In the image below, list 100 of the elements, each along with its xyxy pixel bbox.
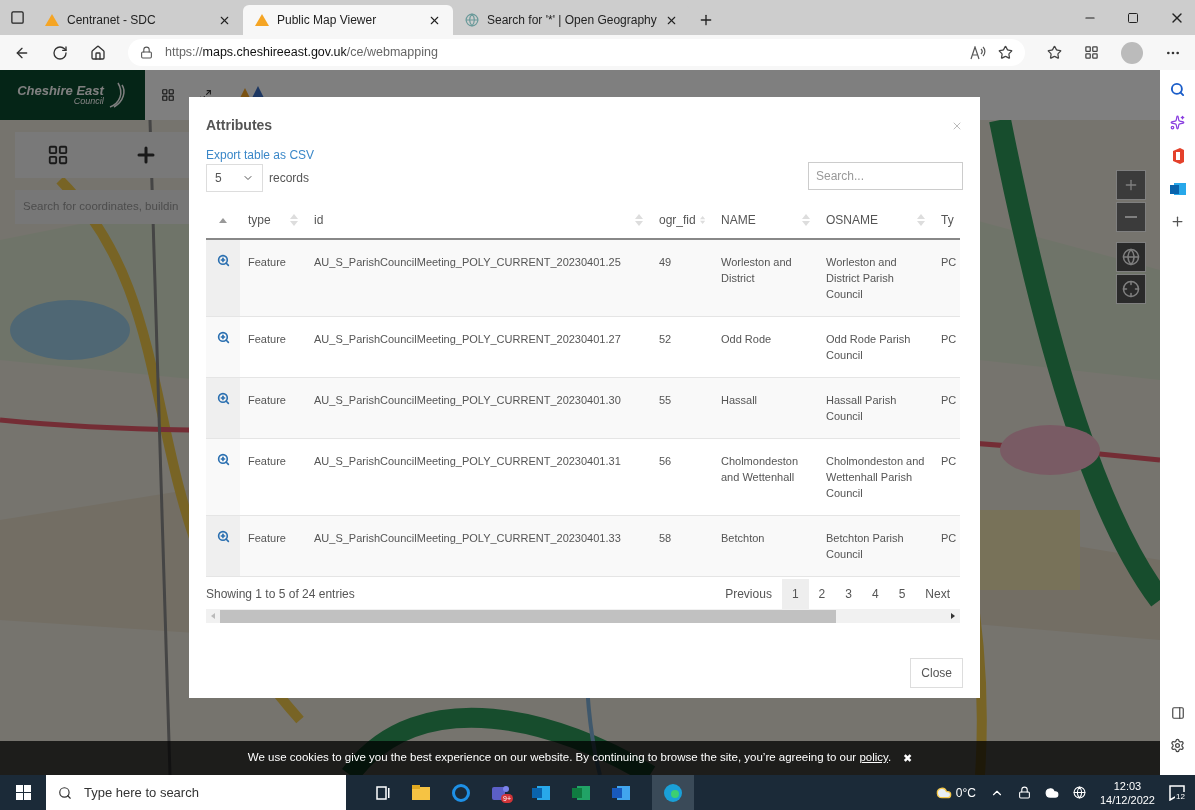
column-header[interactable]: Ty [933, 202, 960, 238]
table-cell-text: PC [940, 531, 958, 546]
search-icon[interactable] [1170, 82, 1185, 97]
home-icon[interactable] [90, 44, 106, 61]
zoom-to-icon[interactable] [216, 331, 230, 344]
table-cell-text: Worleston and District Parish Council [825, 255, 898, 302]
table-cell-text: 56 [658, 454, 673, 469]
table-cell-text: Worleston and District [720, 255, 793, 286]
triangle-icon [255, 14, 269, 26]
table-cell-text: 55 [658, 393, 673, 408]
column-header[interactable]: NAME [713, 202, 818, 238]
onedrive-icon[interactable] [1044, 785, 1059, 800]
zoom-to-icon[interactable] [216, 530, 230, 543]
entries-info: Showing 1 to 5 of 24 entries [206, 586, 355, 603]
column-header[interactable]: type [240, 202, 306, 238]
table-cell-text: PC [940, 332, 958, 347]
sparkle-icon[interactable] [1170, 115, 1185, 130]
zoom-to-icon[interactable] [216, 392, 230, 405]
column-header[interactable]: id [306, 202, 651, 238]
mail-icon[interactable] [1169, 182, 1186, 196]
apps-icon[interactable] [47, 144, 70, 166]
read-aloud-icon[interactable] [970, 45, 986, 60]
lock-icon [140, 46, 153, 59]
table-cell-text: AU_S_ParishCouncilMeeting_POLY_CURRENT_20230401.27 [313, 332, 622, 347]
zoom-to-icon[interactable] [216, 254, 230, 267]
table-cell-text: AU_S_ParishCouncilMeeting_POLY_CURRENT_20230401.31 [313, 454, 622, 469]
folder-icon[interactable] [412, 785, 430, 800]
windows-icon[interactable] [15, 785, 31, 800]
zoom-in-button[interactable] [1116, 170, 1146, 200]
network-icon[interactable] [1072, 786, 1086, 799]
favorites-icon[interactable] [1047, 45, 1062, 60]
page-size-select[interactable]: 5 [206, 164, 263, 192]
temperature[interactable]: 0°C [955, 783, 976, 802]
taskbar-search-field[interactable]: Type here to search [46, 775, 346, 810]
policy-link[interactable]: policy [859, 751, 888, 764]
table-cell-text: Feature [247, 393, 287, 408]
table-cell-text: Feature [247, 454, 287, 469]
browser-tab[interactable]: Public Map Viewer [243, 5, 453, 35]
table-cell-text: AU_S_ParishCouncilMeeting_POLY_CURRENT_20230401.33 [313, 531, 622, 546]
cookie-close-button[interactable]: ✖ [903, 749, 913, 767]
reload-icon[interactable] [52, 44, 68, 61]
browser-e-icon[interactable] [452, 783, 470, 802]
zoom-out-button[interactable] [1116, 202, 1146, 232]
table-cell-text: 52 [658, 332, 673, 347]
word-icon[interactable] [612, 784, 630, 801]
table-cell-text: AU_S_ParishCouncilMeeting_POLY_CURRENT_20230401.25 [313, 255, 622, 270]
table-cell-text: PC [940, 454, 958, 469]
table-cell-text: Betchton [720, 531, 766, 546]
table-cell-text: Cholmondeston and Wettenhall Parish Council [825, 454, 926, 501]
wheat-icon [107, 81, 128, 109]
favorite-icon[interactable] [998, 45, 1013, 60]
table-cell-text: Feature [247, 531, 287, 546]
globe-icon [1122, 248, 1140, 266]
logo-name: Cheshire East [17, 84, 104, 97]
office-icon[interactable] [1170, 148, 1185, 164]
task-view-icon[interactable] [376, 785, 390, 800]
outlook-icon[interactable] [532, 784, 550, 801]
settings-icon[interactable] [1170, 738, 1185, 753]
tab-title: Search for '*' | Open Geography [487, 12, 657, 29]
close-button[interactable]: Close [910, 658, 963, 688]
table-cell-text: Cholmondeston and Wettenhall [720, 454, 800, 485]
table-cell-text: Odd Rode [720, 332, 773, 347]
table-cell-text: 58 [658, 531, 673, 546]
column-header[interactable]: OSNAME [818, 202, 933, 238]
teams-icon[interactable] [492, 783, 510, 802]
notification-count: 12 [1175, 791, 1186, 801]
edge-taskbar-button[interactable] [652, 775, 694, 810]
security-icon[interactable] [1017, 786, 1031, 799]
restore-icon[interactable] [1127, 11, 1139, 24]
table-cell-text: AU_S_ParishCouncilMeeting_POLY_CURRENT_20230401.30 [313, 393, 622, 408]
table-cell-text: Hassall Parish Council [825, 393, 898, 424]
plus-icon [1123, 177, 1139, 193]
records-label: records [269, 170, 309, 187]
globe-button[interactable] [1116, 242, 1146, 272]
collections-icon[interactable] [1084, 45, 1099, 60]
address-bar[interactable]: https://maps.cheshireeast.gov.uk/ce/webmapping [128, 39, 1025, 66]
dialog-title: Attributes [206, 116, 273, 135]
tab-actions-icon[interactable] [10, 10, 25, 25]
table-cell-text: PC [940, 393, 958, 408]
table-cell-text: Feature [247, 255, 287, 270]
horizontal-scrollbar[interactable] [206, 609, 960, 623]
search-icon [58, 785, 72, 800]
sort-ascending-icon[interactable] [219, 217, 227, 223]
page-button[interactable]: 1 [781, 579, 809, 609]
sidebar-toggle-icon[interactable] [1170, 706, 1185, 720]
globe-icon [465, 13, 479, 27]
crosshair-icon [1122, 280, 1140, 298]
clock-time[interactable]: 12:03 [1113, 778, 1142, 793]
excel-icon[interactable] [572, 784, 590, 801]
locate-button[interactable] [1116, 274, 1146, 304]
table-cell-text: Hassall [720, 393, 759, 408]
add-icon[interactable] [1170, 214, 1185, 229]
logo-subtitle: Council [73, 97, 104, 106]
zoom-to-icon[interactable] [216, 453, 230, 466]
column-header[interactable]: ogr_fid [651, 202, 713, 238]
minus-icon [1125, 216, 1137, 218]
clock-date[interactable]: 14/12/2022 [1099, 792, 1155, 807]
table-cell-text: Odd Rode Parish Council [825, 332, 912, 363]
apps-icon[interactable] [161, 88, 175, 102]
export-csv-link[interactable]: Export table as CSV [206, 146, 315, 164]
